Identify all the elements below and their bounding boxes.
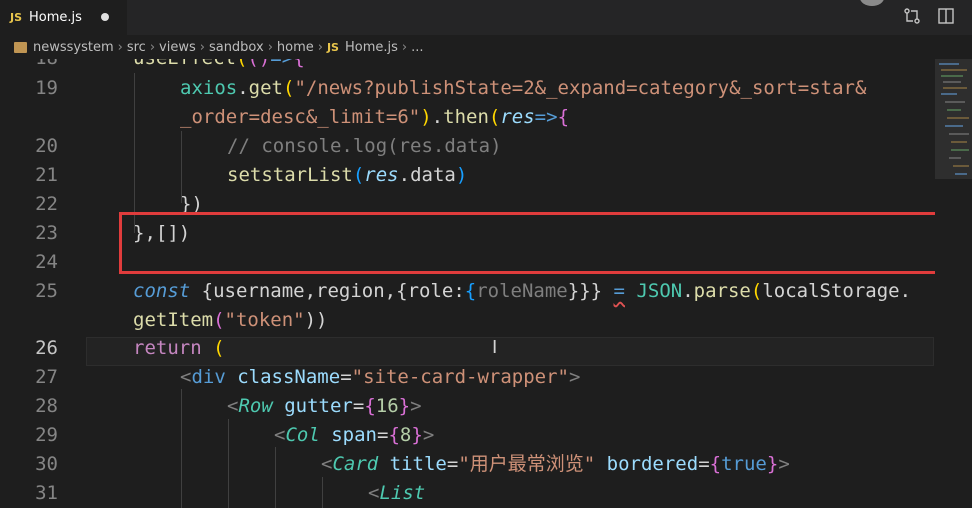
indent-guide xyxy=(134,73,135,233)
chevron-right-icon: › xyxy=(149,39,156,55)
tab-label: Home.js xyxy=(29,10,82,25)
chevron-right-icon: › xyxy=(401,39,408,55)
code-line: <Card title="用户最常浏览" bordered={true}> xyxy=(321,453,790,475)
code-line: <div className="site-card-wrapper"> xyxy=(180,366,581,388)
code-line: // console.log(res.data) xyxy=(227,135,502,157)
chevron-right-icon: › xyxy=(267,39,273,55)
code-line: <Col span={8}> xyxy=(274,424,435,446)
chevron-right-icon: › xyxy=(317,39,323,55)
line-number: 28 xyxy=(35,395,58,417)
avatar[interactable] xyxy=(860,0,884,6)
indent-guide xyxy=(322,477,323,508)
breadcrumb-item[interactable]: newssystem xyxy=(33,40,114,55)
line-number: 30 xyxy=(35,453,58,475)
line-number: 19 xyxy=(35,77,58,99)
line-number: 20 xyxy=(35,135,58,157)
breadcrumb: newssystem › src › views › sandbox › hom… xyxy=(0,35,972,59)
line-number: 26 xyxy=(35,337,58,359)
code-line: getItem("token")) xyxy=(133,309,328,331)
js-file-icon: JS xyxy=(10,11,23,24)
code-line: <Row gutter={16}> xyxy=(227,395,422,417)
tab-home-js[interactable]: JS Home.js xyxy=(0,0,127,35)
indent-guide xyxy=(275,447,276,508)
code-line: <List xyxy=(368,482,426,504)
tab-bar: JS Home.js xyxy=(0,0,972,35)
line-number: 25 xyxy=(35,280,58,302)
folder-icon xyxy=(14,41,27,53)
breadcrumb-item[interactable]: Home.js xyxy=(345,40,398,55)
minimap[interactable] xyxy=(935,59,972,508)
breadcrumb-item[interactable]: home xyxy=(277,40,314,55)
code-line: _order=desc&_limit=6").then(res=>{ xyxy=(180,106,570,128)
unsaved-dot-icon[interactable] xyxy=(101,13,109,21)
chevron-right-icon: › xyxy=(117,39,123,55)
line-number: 24 xyxy=(35,251,58,273)
code-line: axios.get("/news?publishState=2&_expand=… xyxy=(180,77,867,99)
line-number: 23 xyxy=(35,222,58,244)
line-number: 31 xyxy=(35,482,58,504)
compare-changes-icon[interactable] xyxy=(903,7,921,25)
line-number: 21 xyxy=(35,164,58,186)
minimap-slider[interactable] xyxy=(935,59,972,179)
split-editor-icon[interactable] xyxy=(937,7,955,25)
indent-guide xyxy=(181,389,182,508)
chevron-right-icon: › xyxy=(199,39,205,55)
indent-guide xyxy=(228,419,229,508)
code-line: const {username,region,{role:{roleName}}… xyxy=(133,280,912,302)
js-file-icon: JS xyxy=(326,40,339,54)
code-line: useEffect(()=>{ xyxy=(133,59,305,73)
breadcrumb-item[interactable]: src xyxy=(127,40,146,55)
highlight-box xyxy=(119,212,944,274)
text-cursor-icon: I xyxy=(492,337,498,358)
code-editor[interactable]: 18 19 20 21 22 23 24 25 26 27 28 29 30 3… xyxy=(0,59,972,508)
line-number: 27 xyxy=(35,366,58,388)
line-number: 18 xyxy=(0,59,58,73)
breadcrumb-item[interactable]: sandbox xyxy=(209,40,264,55)
line-number: 22 xyxy=(35,193,58,215)
breadcrumb-item[interactable]: ... xyxy=(411,40,423,55)
code-line: setstarList(res.data) xyxy=(227,164,468,186)
line-number: 29 xyxy=(35,424,58,446)
code-line: return ( xyxy=(133,337,225,359)
breadcrumb-item[interactable]: views xyxy=(159,40,196,55)
